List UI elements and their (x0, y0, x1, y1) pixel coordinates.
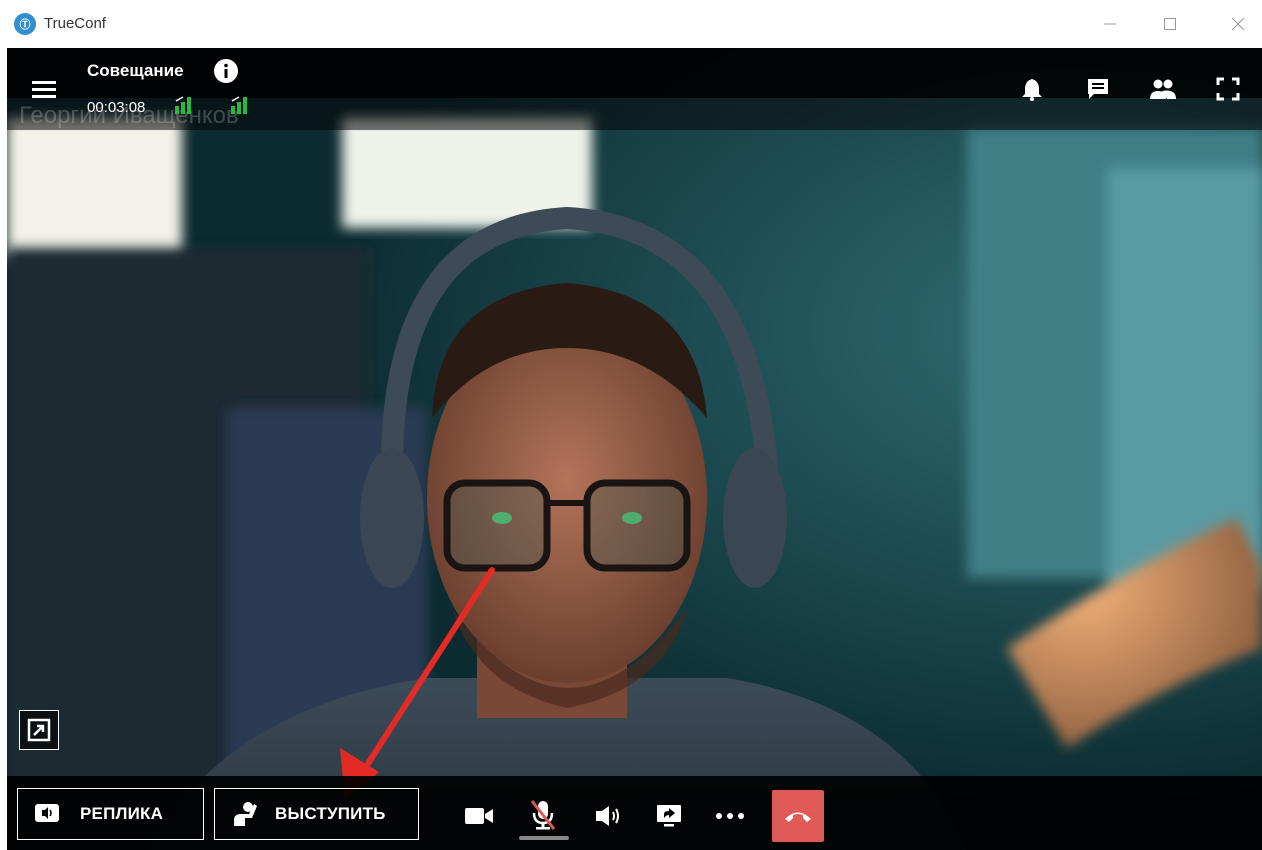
raise-hand-icon (231, 800, 259, 828)
reply-icon (34, 803, 60, 825)
hangup-icon (783, 806, 813, 826)
maximize-button[interactable] (1150, 8, 1190, 40)
chat-icon[interactable] (1084, 75, 1112, 103)
microphone-muted-icon[interactable] (525, 798, 561, 832)
info-icon[interactable] (213, 58, 239, 84)
speak-label: ВЫСТУПИТЬ (275, 804, 386, 823)
close-button[interactable] (1218, 8, 1258, 40)
hangup-button[interactable] (772, 790, 824, 842)
camera-icon[interactable] (462, 802, 496, 830)
signal-icon (229, 95, 251, 115)
screen-share-icon[interactable] (652, 800, 686, 832)
reply-label: РЕПЛИКА (80, 804, 164, 823)
more-icon[interactable] (712, 802, 748, 830)
window-titlebar: Ⓣ TrueConf (0, 0, 1262, 48)
participants-icon[interactable] (1148, 75, 1178, 103)
call-timer: 00:03:08 (87, 99, 146, 116)
app-logo-icon: Ⓣ (14, 13, 36, 35)
controls-drag-handle[interactable] (519, 836, 569, 840)
signal-icon (173, 95, 195, 115)
video-stage: Георгий Иващенков Совещание 00:03:08 РЕП… (7, 48, 1262, 850)
reply-button[interactable]: РЕПЛИКА (17, 788, 204, 840)
expand-icon[interactable] (19, 710, 59, 750)
conference-header (7, 48, 1262, 98)
speaker-icon[interactable] (592, 802, 626, 830)
minimize-button[interactable] (1090, 8, 1130, 40)
fullscreen-icon[interactable] (1214, 75, 1242, 103)
speak-button[interactable]: ВЫСТУПИТЬ (214, 788, 419, 840)
window-title: TrueConf (44, 15, 106, 32)
conference-title: Совещание (87, 61, 184, 80)
participant-video (7, 48, 1262, 850)
menu-icon[interactable] (29, 74, 59, 104)
bell-icon[interactable] (1018, 75, 1046, 103)
